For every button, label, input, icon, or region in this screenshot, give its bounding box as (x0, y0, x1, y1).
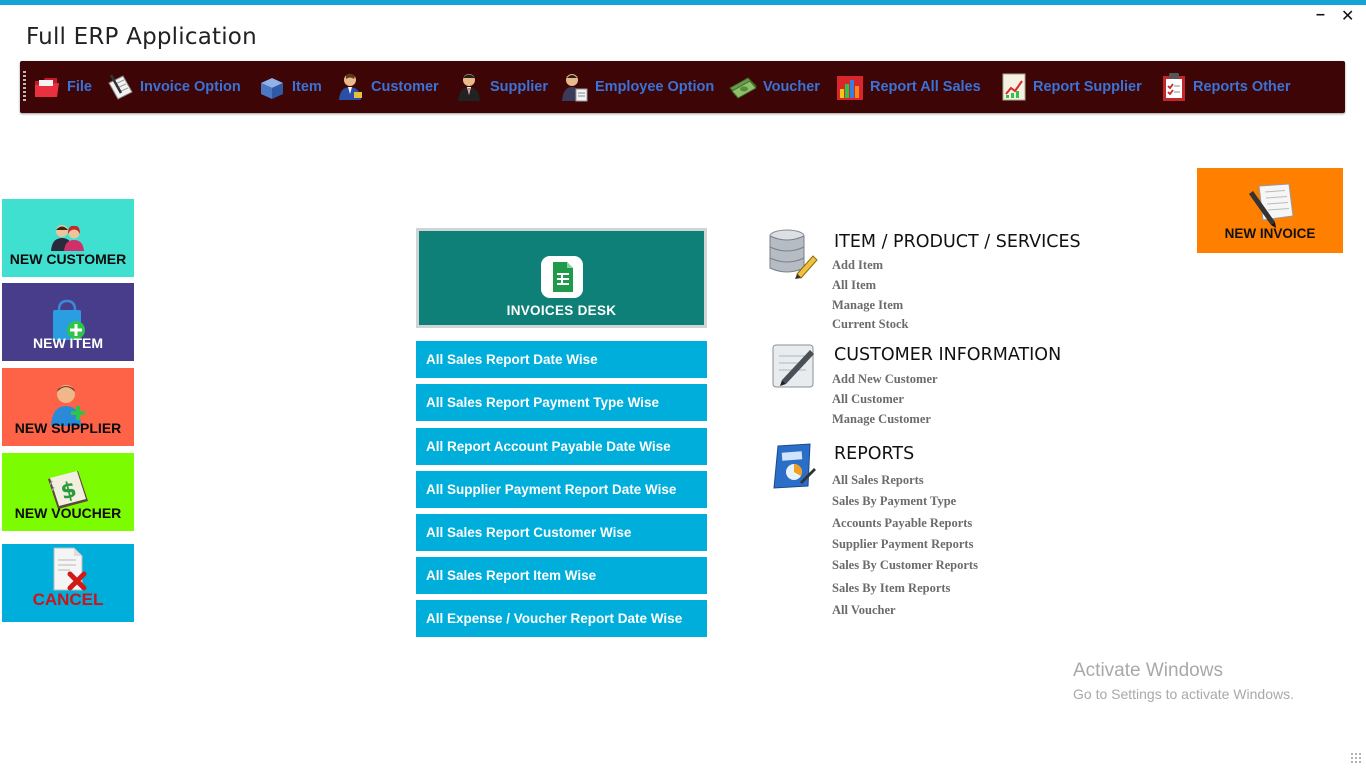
menu-report-all-sales[interactable]: Report All Sales (835, 71, 981, 103)
menu-report-supplier[interactable]: Report Supplier (1000, 71, 1142, 103)
menu-report-supplier-label: Report Supplier (1033, 79, 1142, 95)
menu-item[interactable]: Item (257, 71, 322, 103)
link-current-stock[interactable]: Current Stock (832, 317, 909, 332)
link-sales-by-item-reports[interactable]: Sales By Item Reports (832, 581, 950, 596)
menu-item-label: Item (292, 79, 322, 95)
database-icon (769, 229, 818, 279)
activate-windows-title: Activate Windows (1073, 660, 1223, 681)
menu-report-all-sales-label: Report All Sales (870, 79, 981, 95)
link-add-new-customer[interactable]: Add New Customer (832, 372, 938, 387)
supplier-icon (458, 74, 480, 101)
new-voucher-label: NEW VOUCHER (14, 505, 122, 521)
folder-icon (35, 78, 59, 97)
cancel-tile[interactable]: CANCEL (2, 544, 134, 622)
report-sales-payment-type-button[interactable]: All Sales Report Payment Type Wise (416, 384, 707, 421)
report-sales-customer-button[interactable]: All Sales Report Customer Wise (416, 514, 707, 551)
menu-reports-other[interactable]: Reports Other (1160, 71, 1291, 103)
new-supplier-tile[interactable]: NEW SUPPLIER (2, 368, 134, 446)
report-sales-date-wise-button[interactable]: All Sales Report Date Wise (416, 341, 707, 378)
clipboard-icon (1163, 73, 1185, 101)
section-customers-title: CUSTOMER INFORMATION (834, 345, 1062, 365)
app-title: Full ERP Application (26, 24, 257, 50)
invoice-icon (108, 74, 133, 100)
invoices-desk-button[interactable]: INVOICES DESK (416, 228, 707, 328)
menu-employee-option[interactable]: Employee Option (560, 71, 714, 103)
customers-icon (51, 225, 84, 251)
link-sales-by-payment-type[interactable]: Sales By Payment Type (832, 494, 956, 509)
report-expense-voucher-button[interactable]: All Expense / Voucher Report Date Wise (416, 600, 707, 637)
section-items-title: ITEM / PRODUCT / SERVICES (834, 232, 1081, 252)
invoice-pen-icon (1249, 183, 1294, 228)
menu-employee-option-label: Employee Option (595, 79, 715, 95)
link-all-sales-reports[interactable]: All Sales Reports (832, 473, 924, 488)
sales-chart-icon (837, 76, 863, 100)
section-reports-title: REPORTS (834, 444, 915, 464)
link-sales-by-customer-reports[interactable]: Sales By Customer Reports (832, 558, 978, 573)
report-account-payable-button[interactable]: All Report Account Payable Date Wise (416, 428, 707, 465)
menu-supplier[interactable]: Supplier (455, 71, 548, 103)
main-menu-bar: File Invoice Option Item Customer Suppli… (20, 61, 1345, 113)
box-icon (261, 78, 283, 99)
new-customer-label: NEW CUSTOMER (9, 251, 127, 267)
document-cancel-icon (53, 547, 87, 591)
resize-grip[interactable] (1350, 752, 1362, 764)
spreadsheet-icon (541, 256, 583, 298)
cancel-label: CANCEL (32, 590, 104, 609)
link-all-customer[interactable]: All Customer (832, 392, 904, 407)
menu-invoice-option[interactable]: Invoice Option (105, 71, 241, 103)
menu-customer[interactable]: Customer (336, 71, 439, 103)
link-add-item[interactable]: Add Item (832, 258, 883, 273)
link-manage-customer[interactable]: Manage Customer (832, 412, 931, 427)
toolbar-grip[interactable] (23, 71, 26, 103)
minimize-button[interactable]: – (1316, 6, 1325, 24)
menu-supplier-label: Supplier (490, 79, 549, 95)
close-button[interactable]: ✕ (1341, 6, 1354, 26)
menu-customer-label: Customer (371, 79, 439, 95)
new-invoice-button[interactable]: NEW INVOICE (1197, 168, 1343, 253)
new-item-tile[interactable]: NEW ITEM (2, 283, 134, 361)
new-customer-tile[interactable]: NEW CUSTOMER (2, 199, 134, 277)
menu-voucher-label: Voucher (763, 79, 820, 95)
menu-reports-other-label: Reports Other (1193, 79, 1291, 95)
link-all-item[interactable]: All Item (832, 278, 876, 293)
report-supplier-payment-button[interactable]: All Supplier Payment Report Date Wise (416, 471, 707, 508)
link-manage-item[interactable]: Manage Item (832, 298, 903, 313)
window-top-border (0, 0, 1366, 5)
menu-file-label: File (67, 79, 92, 95)
customer-icon (339, 73, 362, 100)
supplier-report-icon (1002, 73, 1026, 101)
new-item-label: NEW ITEM (33, 335, 103, 351)
new-invoice-label: NEW INVOICE (1224, 226, 1316, 241)
reports-icon (773, 443, 816, 489)
link-accounts-payable-reports[interactable]: Accounts Payable Reports (832, 516, 972, 531)
activate-windows-subtitle: Go to Settings to activate Windows. (1073, 686, 1294, 702)
note-pen-icon (772, 344, 814, 388)
new-voucher-tile[interactable]: $ NEW VOUCHER (2, 453, 134, 531)
voucher-icon (729, 77, 757, 99)
link-supplier-payment-reports[interactable]: Supplier Payment Reports (832, 537, 973, 552)
link-all-voucher[interactable]: All Voucher (832, 603, 896, 618)
menu-invoice-option-label: Invoice Option (140, 79, 241, 95)
new-supplier-label: NEW SUPPLIER (14, 420, 122, 436)
report-sales-item-button[interactable]: All Sales Report Item Wise (416, 557, 707, 594)
menu-voucher[interactable]: Voucher (728, 71, 820, 103)
menu-file[interactable]: File (32, 71, 92, 103)
invoices-desk-label: INVOICES DESK (506, 303, 617, 318)
employee-icon (562, 74, 588, 102)
